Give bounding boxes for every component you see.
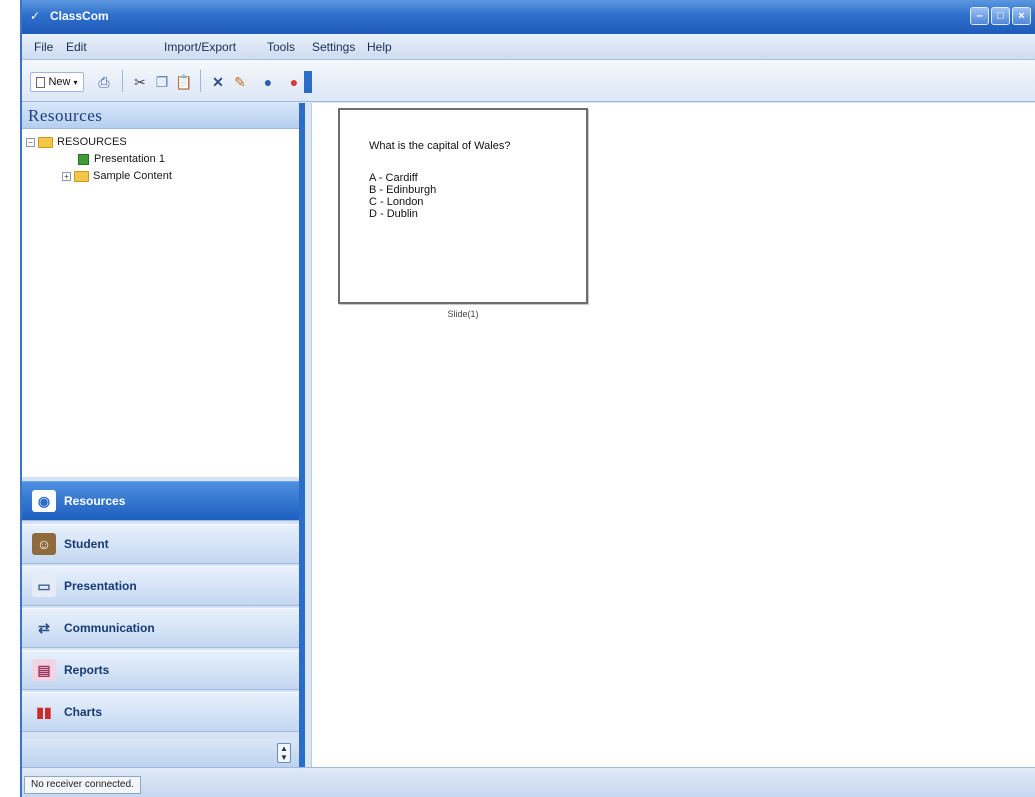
paste-icon[interactable]: 📋: [174, 72, 194, 92]
tree-item-label: RESOURCES: [57, 136, 127, 148]
nav-label: Communication: [64, 621, 155, 635]
nav-student[interactable]: ☺ Student: [22, 524, 299, 564]
nav-label: Student: [64, 537, 109, 551]
menu-edit[interactable]: Edit: [66, 40, 87, 54]
collapse-icon[interactable]: −: [26, 137, 35, 147]
slide-answer-d: D - Dublin: [369, 208, 418, 220]
print-icon[interactable]: ⎙: [94, 72, 114, 92]
nav-charts[interactable]: ▮▮ Charts: [22, 692, 299, 732]
nav-label: Presentation: [64, 579, 137, 593]
properties-icon[interactable]: ✎: [230, 72, 250, 92]
tree-item-presentation-1[interactable]: Presentation 1: [78, 153, 165, 165]
app-window: ✓ ClassCom – □ × File Edit Import/Export…: [20, 0, 1035, 797]
new-document-icon: [36, 76, 46, 88]
slide-area: What is the capital of Wales? A - Cardif…: [311, 103, 1035, 767]
left-panel: Resources − RESOURCES Presentation 1 + S…: [22, 103, 305, 767]
navigation-pane: ◉ Resources ☺ Student ▭ Presentation ⇄ C…: [22, 477, 299, 767]
resources-icon: ◉: [32, 490, 56, 512]
toolbar-overflow[interactable]: [304, 71, 312, 93]
folder-icon: [74, 170, 89, 182]
slide-answer-b: B - Edinburgh: [369, 184, 437, 196]
folder-icon: [38, 136, 53, 148]
menu-settings[interactable]: Settings: [312, 40, 355, 54]
tree-item-sample-content[interactable]: + Sample Content: [62, 170, 172, 182]
window-title: ClassCom: [50, 9, 109, 23]
toolbar: New ▾ ⎙ ✂ ❐ 📋 ✕ ✎ ● ●: [22, 60, 1035, 102]
menu-tools[interactable]: Tools: [267, 40, 295, 54]
resources-header: Resources: [22, 103, 299, 129]
slide-caption: Slide(1): [447, 309, 479, 319]
student-icon: ☺: [32, 533, 56, 555]
maximize-button[interactable]: □: [991, 7, 1010, 25]
menu-import-export[interactable]: Import/Export: [164, 40, 236, 54]
slide-question: What is the capital of Wales?: [369, 140, 511, 152]
expand-icon[interactable]: +: [62, 171, 71, 181]
slide-thumbnail[interactable]: What is the capital of Wales? A - Cardif…: [338, 108, 588, 304]
status-bar: No receiver connected.: [22, 767, 1035, 797]
tree-item-label: Sample Content: [93, 170, 172, 182]
presentation-icon: ▭: [32, 575, 56, 597]
minimize-button[interactable]: –: [970, 7, 989, 25]
nav-label: Resources: [64, 494, 126, 508]
communication-icon: ⇄: [38, 619, 50, 636]
copy-icon[interactable]: ❐: [152, 72, 172, 92]
new-button-label: New: [48, 76, 71, 88]
menu-file[interactable]: File: [34, 40, 53, 54]
app-icon: ✓: [30, 9, 41, 23]
nav-label: Charts: [64, 705, 103, 719]
menu-help[interactable]: Help: [367, 40, 392, 54]
slide-answer-a: A - Cardiff: [369, 172, 418, 184]
new-button[interactable]: New ▾: [30, 72, 84, 92]
menu-bar: File Edit Import/Export Tools Settings H…: [22, 34, 1035, 60]
cut-icon[interactable]: ✂: [130, 72, 150, 92]
nav-scroll-button[interactable]: ▲ ▼: [277, 743, 291, 763]
nav-label: Reports: [64, 663, 110, 677]
toolbar-separator: [200, 70, 201, 92]
tree-item-resources[interactable]: − RESOURCES: [26, 136, 127, 148]
stop-icon[interactable]: ●: [284, 72, 304, 92]
toolbar-separator: [122, 70, 123, 92]
close-button[interactable]: ×: [1012, 7, 1031, 25]
tree-item-label: Presentation 1: [94, 153, 165, 165]
nav-presentation[interactable]: ▭ Presentation: [22, 566, 299, 606]
chevron-down-icon: ▾: [73, 77, 78, 87]
window-controls: – □ ×: [970, 7, 1031, 25]
status-text: No receiver connected.: [24, 776, 141, 794]
nav-reports[interactable]: ▤ Reports: [22, 650, 299, 690]
nav-footer: ▲ ▼: [22, 739, 299, 767]
resources-tree: − RESOURCES Presentation 1 + Sample Cont…: [22, 129, 299, 477]
delete-icon[interactable]: ✕: [208, 72, 228, 92]
slide-answer-c: C - London: [369, 196, 424, 208]
reports-icon: ▤: [32, 659, 56, 681]
title-bar: ✓ ClassCom – □ ×: [22, 0, 1035, 34]
nav-communication[interactable]: ⇄ Communication: [22, 608, 299, 648]
charts-icon: ▮▮: [36, 703, 52, 720]
nav-resources[interactable]: ◉ Resources: [22, 481, 299, 521]
start-icon[interactable]: ●: [258, 72, 278, 92]
presentation-icon: [78, 153, 89, 165]
